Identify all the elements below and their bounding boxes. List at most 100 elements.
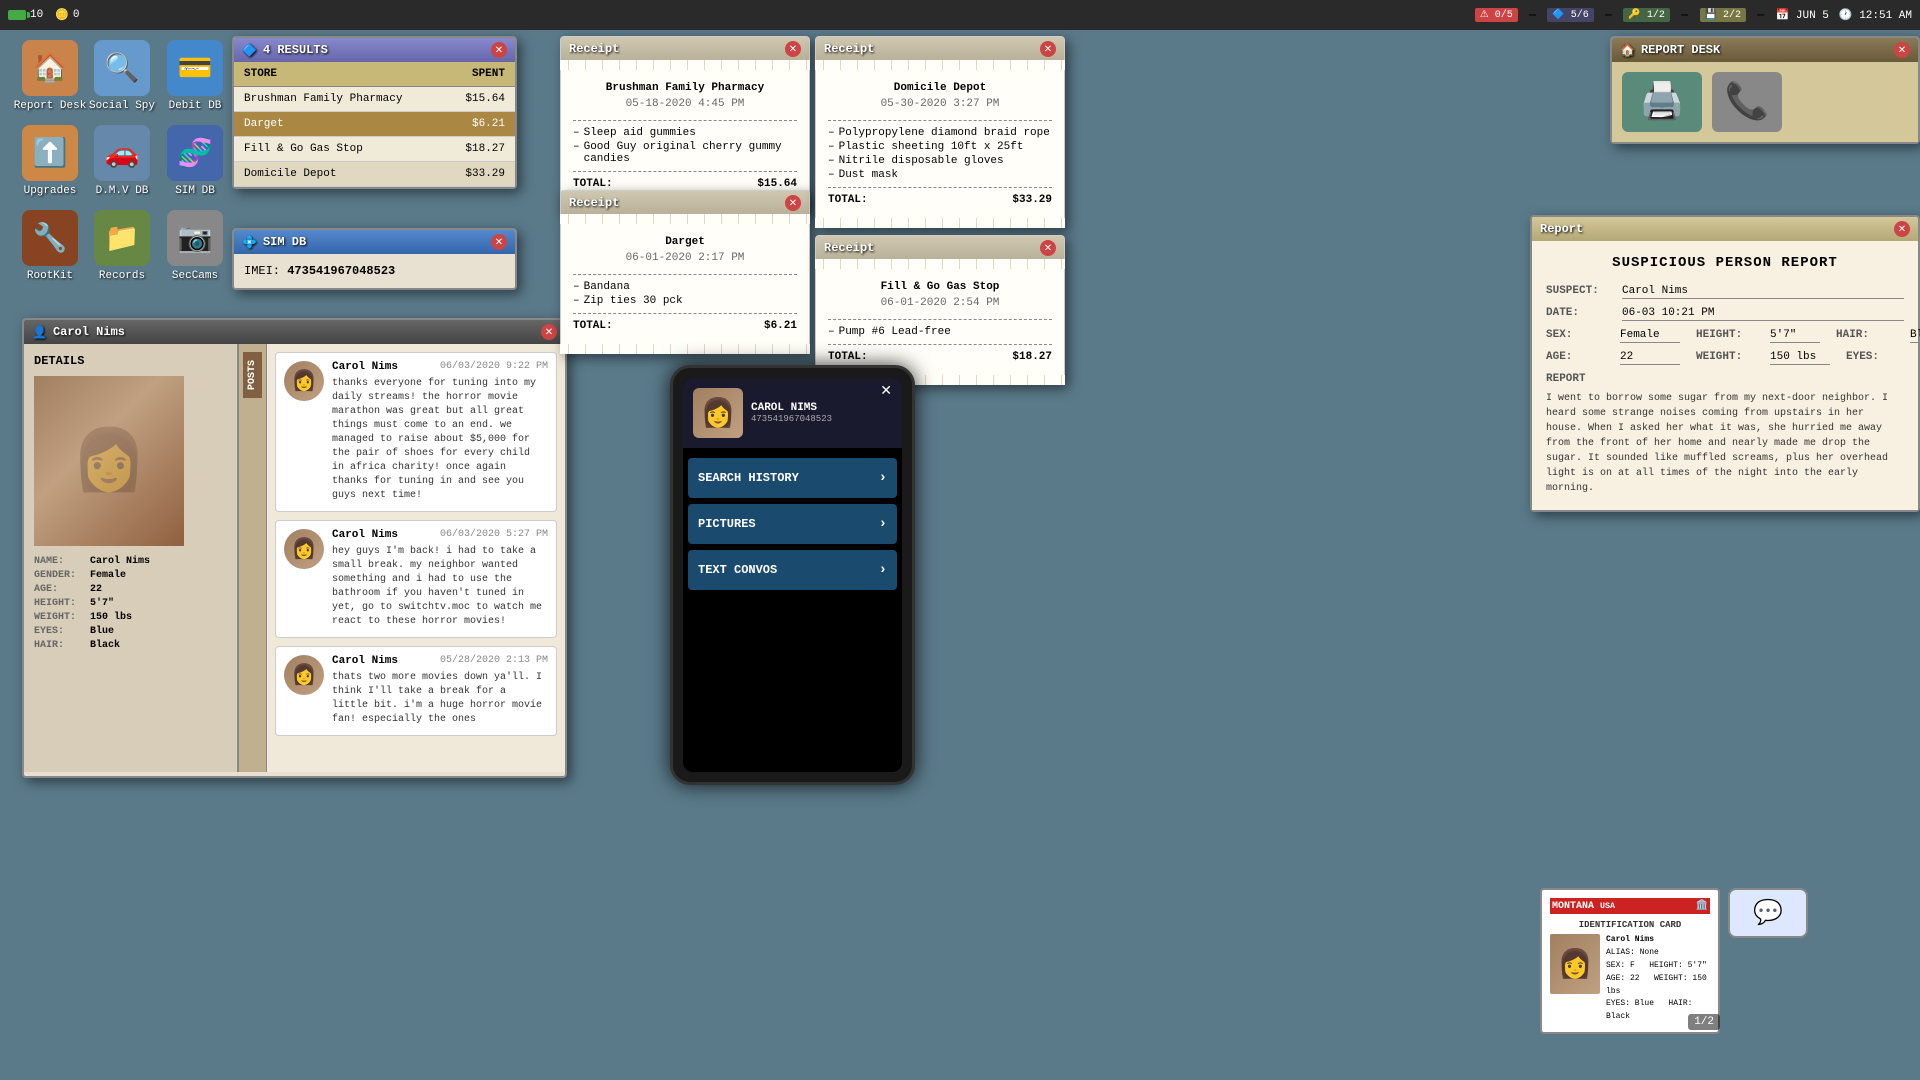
weight-value: 150 lbs — [1770, 351, 1830, 365]
sex-value: Female — [1620, 329, 1680, 343]
id-card-title: IDENTIFICATION CARD — [1550, 920, 1710, 930]
search-results-titlebar[interactable]: 🔷 4 RESULTS ✕ — [234, 38, 515, 62]
store-cell: Darget — [234, 112, 445, 137]
top-bar: 10 🪙 0 ⚠ 0/5 – 🔷 5/6 – 🔑 1/2 – 💾 2/2 – 📅… — [0, 0, 1920, 30]
icon-records[interactable]: 📁 Records — [82, 210, 162, 282]
report-desk-close[interactable]: ✕ — [1894, 42, 1910, 58]
suspicious-report-main-title: SUSPICIOUS PERSON REPORT — [1546, 255, 1904, 271]
brushman-store-name: Brushman Family Pharmacy — [573, 82, 797, 94]
brushman-title: Receipt — [569, 42, 619, 56]
table-row[interactable]: Brushman Family Pharmacy$15.64 — [234, 87, 515, 112]
date-label: DATE: — [1546, 307, 1616, 319]
darget-jagged-top — [560, 214, 810, 224]
brushman-titlebar[interactable]: Receipt ✕ — [561, 37, 809, 61]
phone-imei: 473541967048523 — [751, 414, 832, 424]
suspect-value: Carol Nims — [1622, 285, 1904, 299]
carol-close[interactable]: ✕ — [541, 324, 557, 340]
carol-nims-window: 👤 Carol Nims ✕ DETAILS 👩 NAME: Carol Nim… — [22, 318, 567, 778]
battery-indicator: 10 — [8, 9, 43, 21]
post-avatar-2: 👩 — [284, 655, 324, 695]
imei-value: 473541967048523 — [287, 264, 395, 278]
chevron-right-icon: › — [879, 470, 887, 486]
phone-menu-search-history[interactable]: SEARCH HISTORY › — [688, 458, 897, 498]
sex-height-hair-row: SEX: Female HEIGHT: 5'7" HAIR: Black — [1546, 329, 1904, 343]
icon-social-spy[interactable]: 🔍 Social Spy — [82, 40, 162, 112]
table-row[interactable]: Darget$6.21 — [234, 112, 515, 137]
phone-menu-text-convos[interactable]: TEXT CONVOS › — [688, 550, 897, 590]
store-cell: Brushman Family Pharmacy — [234, 87, 445, 112]
icon-rootkit[interactable]: 🔧 RootKit — [10, 210, 90, 282]
sim-db-close[interactable]: ✕ — [491, 234, 507, 250]
darget-item-2: –Zip ties 30 pck — [573, 295, 797, 307]
darget-date: 06-01-2020 2:17 PM — [573, 252, 797, 264]
icon-report-desk[interactable]: 🏠 Report Desk — [10, 40, 90, 112]
post-date-1: 06/03/2020 5:27 PM — [440, 529, 548, 541]
id-card-area: MONTANA USA 🏛️ IDENTIFICATION CARD 👩 Car… — [1530, 878, 1920, 1044]
icon-debit-db[interactable]: 💳 Debit DB — [155, 40, 235, 112]
fillgo-total: TOTAL: $18.27 — [828, 351, 1052, 363]
id-photo: 👩 — [1550, 934, 1600, 994]
domicile-close[interactable]: ✕ — [1040, 41, 1056, 57]
store-cell: Domicile Depot — [234, 162, 445, 187]
info-weight: WEIGHT: 150 lbs — [34, 612, 227, 623]
suspicious-report-close[interactable]: ✕ — [1894, 221, 1910, 237]
post-header-1: Carol Nims 06/03/2020 5:27 PM — [332, 529, 548, 541]
id-age: AGE: 22 WEIGHT: 150 lbs — [1606, 973, 1710, 999]
fillgo-close[interactable]: ✕ — [1040, 240, 1056, 256]
message-bubble[interactable]: 💬 — [1728, 888, 1808, 938]
search-results-title: 🔷 4 RESULTS — [242, 43, 328, 58]
info-name: NAME: Carol Nims — [34, 556, 227, 567]
report-body: I went to borrow some sugar from my next… — [1546, 391, 1904, 496]
hair-label: HAIR: — [1836, 329, 1906, 341]
icon-seccams[interactable]: 📷 SecCams — [155, 210, 235, 282]
icon-report-desk-label: Report Desk — [14, 100, 87, 112]
fillgo-jagged-top — [815, 259, 1065, 269]
table-row[interactable]: Domicile Depot$33.29 — [234, 162, 515, 187]
suspicious-report-title-bar: Report — [1540, 222, 1583, 236]
carol-posts[interactable]: 👩 Carol Nims 06/03/2020 9:22 PM thanks e… — [267, 344, 565, 772]
search-results-close[interactable]: ✕ — [491, 42, 507, 58]
post-avatar-0: 👩 — [284, 361, 324, 401]
darget-close[interactable]: ✕ — [785, 195, 801, 211]
fillgo-titlebar[interactable]: Receipt ✕ — [816, 236, 1064, 260]
sim-db-content: IMEI: 473541967048523 — [234, 254, 515, 288]
domicile-titlebar[interactable]: Receipt ✕ — [816, 37, 1064, 61]
store-cell: Fill & Go Gas Stop — [234, 137, 445, 162]
phone-menu-pictures[interactable]: PICTURES › — [688, 504, 897, 544]
brushman-total: TOTAL: $15.64 — [573, 178, 797, 190]
icon-upgrades[interactable]: ⬆️ Upgrades — [10, 125, 90, 197]
carol-titlebar[interactable]: 👤 Carol Nims ✕ — [24, 320, 565, 344]
money-value: 0 — [73, 9, 80, 21]
results-table: STORE SPENT Brushman Family Pharmacy$15.… — [234, 62, 515, 187]
phone-desk-icon: 📞 — [1712, 72, 1782, 132]
post-header-2: Carol Nims 05/28/2020 2:13 PM — [332, 655, 548, 667]
darget-titlebar[interactable]: Receipt ✕ — [561, 191, 809, 215]
sim-db-titlebar[interactable]: 💠 SIM DB ✕ — [234, 230, 515, 254]
icon-sim-db[interactable]: 🧬 SIM DB — [155, 125, 235, 197]
carol-details: DETAILS 👩 NAME: Carol Nims GENDER: Femal… — [24, 344, 239, 772]
date-value: 06-03 10:21 PM — [1622, 307, 1904, 321]
icon-seccams-label: SecCams — [172, 270, 218, 282]
report-desk-titlebar[interactable]: 🏠 REPORT DESK ✕ — [1612, 38, 1918, 62]
domicile-content: Domicile Depot 05-30-2020 3:27 PM –Polyp… — [816, 70, 1064, 218]
spent-cell: $15.64 — [445, 87, 515, 112]
brushman-item-2: –Good Guy original cherry gummy candies — [573, 141, 797, 165]
age-field: AGE: 22 — [1546, 351, 1680, 365]
height-label: HEIGHT: — [1696, 329, 1766, 341]
phone-user-info: CAROL NIMS 473541967048523 — [751, 402, 832, 424]
icon-social-spy-label: Social Spy — [89, 100, 155, 112]
suspect-label: SUSPECT: — [1546, 285, 1616, 297]
brushman-close[interactable]: ✕ — [785, 41, 801, 57]
icon-dmv-db[interactable]: 🚗 D.M.V DB — [82, 125, 162, 197]
table-row[interactable]: Fill & Go Gas Stop$18.27 — [234, 137, 515, 162]
brushman-content: Brushman Family Pharmacy 05-18-2020 4:45… — [561, 70, 809, 202]
col-spent: SPENT — [445, 62, 515, 87]
tab-posts[interactable]: POSTS — [243, 352, 262, 398]
domicile-store-name: Domicile Depot — [828, 82, 1052, 94]
id-card: MONTANA USA 🏛️ IDENTIFICATION CARD 👩 Car… — [1540, 888, 1720, 1034]
weight-label: WEIGHT: — [1696, 351, 1766, 363]
phone-close-btn[interactable]: ✕ — [880, 383, 892, 400]
battery-value: 10 — [30, 9, 43, 21]
hair-value: Black — [1910, 329, 1920, 343]
suspicious-report-titlebar[interactable]: Report ✕ — [1532, 217, 1918, 241]
